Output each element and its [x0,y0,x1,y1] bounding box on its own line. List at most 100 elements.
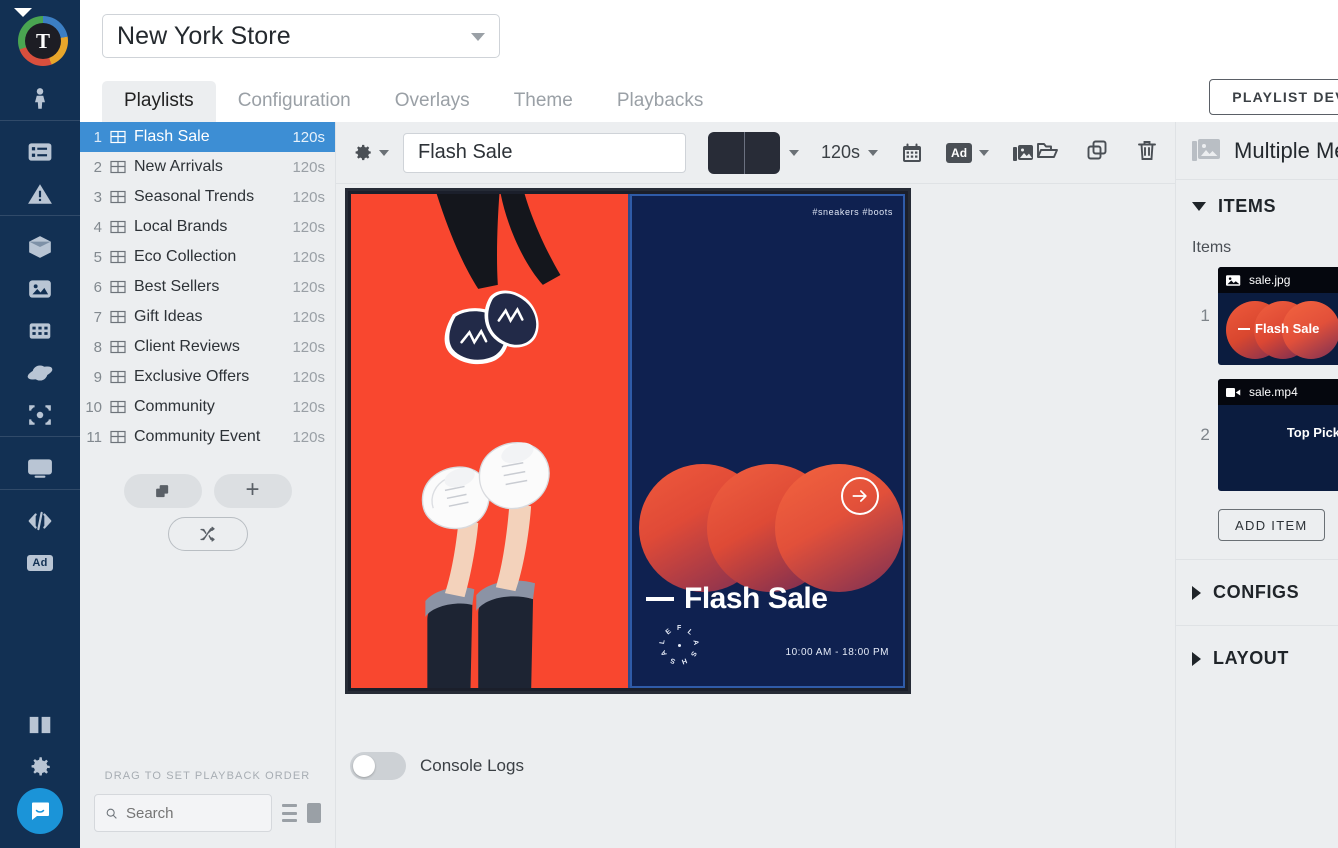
alert-triangle-icon [27,181,53,207]
grid-icon [110,249,126,265]
preview-title-text: Flash Sale [684,582,827,616]
ad-icon: Ad [27,555,52,571]
playlist-duration: 120s [292,339,325,356]
section-layout-header[interactable]: LAYOUT [1176,648,1338,669]
section-configs-header[interactable]: CONFIGS [1176,582,1338,603]
tab-configuration[interactable]: Configuration [216,81,373,122]
sidebar-item-media[interactable] [0,268,80,310]
duration-selector[interactable]: 120s [821,142,878,163]
item-filename: sale.mp4 [1249,385,1298,399]
chevron-right-icon [1192,652,1201,666]
search-input[interactable] [126,805,261,822]
list-view-icon[interactable] [282,804,297,822]
media-button[interactable] [1011,141,1035,165]
chevron-down-icon [979,150,989,156]
playlist-row[interactable]: 2New Arrivals120s [80,152,335,182]
circular-text-char: L [686,628,694,636]
tab-bar: Playlists Configuration Overlays Theme P… [80,72,1338,122]
search-box[interactable] [94,794,272,832]
playlist-row[interactable]: 10Community120s [80,392,335,422]
duplicate-playlist-button[interactable] [124,474,202,508]
playlist-devices-button[interactable]: PLAYLIST DEVICES [1209,79,1338,115]
item-thumbnail[interactable]: sale.mp4Top Picks [1218,379,1338,491]
top-header: New York Store Marketing Team [80,0,1338,72]
inspector-item-row[interactable]: 1sale.jpgFlash Sale [1176,267,1338,365]
shuffle-playlist-button[interactable] [168,517,248,551]
playlist-duration: 120s [292,429,325,446]
playlist-name: Exclusive Offers [134,368,292,386]
store-selector[interactable]: New York Store [102,14,500,58]
grid-icon [110,309,126,325]
playlist-name-input[interactable] [403,133,686,173]
playlist-row[interactable]: 1Flash Sale120s [80,122,335,152]
layout-selector[interactable] [708,132,799,174]
sidebar-item-code[interactable] [0,500,80,542]
playlist-name: Gift Ideas [134,308,292,326]
left-icon-rail: T [0,0,80,848]
sidebar-item-screens[interactable] [0,447,80,489]
open-folder-button[interactable] [1035,138,1059,167]
item-thumbnail[interactable]: sale.jpgFlash Sale [1218,267,1338,365]
body: 1Flash Sale120s2New Arrivals120s3Seasona… [80,122,1338,848]
tab-playbacks[interactable]: Playbacks [595,81,726,122]
playlist-settings-button[interactable] [352,142,389,163]
inspector-item-row[interactable]: 2sale.mp4Top Picks [1176,379,1338,491]
item-filename-bar: sale.mp4 [1218,379,1338,405]
section-configs-title: CONFIGS [1213,582,1299,603]
playlist-row[interactable]: 5Eco Collection120s [80,242,335,272]
sidebar-item-apps[interactable] [0,226,80,268]
grid-icon [110,189,126,205]
chevron-down-icon [868,150,878,156]
add-playlist-button[interactable]: + [214,474,292,508]
preview-arrow-button [841,477,879,515]
images-icon [1011,141,1035,165]
section-items-header[interactable]: ITEMS [1176,196,1338,217]
app-logo[interactable]: T [12,10,68,66]
sidebar-item-users[interactable] [0,78,80,120]
playlist-index: 8 [80,339,110,356]
playlist-name: Best Sellers [134,278,292,296]
playlist-row[interactable]: 3Seasonal Trends120s [80,182,335,212]
video-icon [1226,386,1241,399]
playlist-preview[interactable]: #sneakers #boots Flash Sale [345,188,911,694]
ad-selector[interactable]: Ad [946,143,989,163]
sidebar-item-capture[interactable] [0,394,80,436]
add-item-button[interactable]: ADD ITEM [1218,509,1325,541]
playlist-name: Eco Collection [134,248,292,266]
preview-stage: #sneakers #boots Flash Sale [336,184,1175,848]
section-items-title: ITEMS [1218,196,1276,217]
sidebar-item-ad[interactable]: Ad [0,542,80,584]
playlist-row[interactable]: 8 Client Reviews120s [80,332,335,362]
support-chat-button[interactable] [17,788,63,834]
tab-playlists[interactable]: Playlists [102,81,216,122]
logo-letter: T [25,23,61,59]
playlist-duration: 120s [292,129,325,146]
playlist-row[interactable]: 7Gift Ideas120s [80,302,335,332]
playlist-row[interactable]: 11Community Event120s [80,422,335,452]
playlist-row[interactable]: 9Exclusive Offers120s [80,362,335,392]
sidebar-item-alerts[interactable] [0,173,80,215]
sidebar-item-grid[interactable] [0,310,80,352]
grid-view-icon[interactable] [307,803,321,823]
playlist-list: 1Flash Sale120s2New Arrivals120s3Seasona… [80,122,335,452]
playlist-duration: 120s [292,309,325,326]
playlist-row[interactable]: 6Best Sellers120s [80,272,335,302]
duplicate-button[interactable] [1085,138,1109,167]
editor-toolbar: 120s Ad [336,122,1175,184]
console-logs-toggle[interactable] [350,752,406,780]
playlist-row[interactable]: 4Local Brands120s [80,212,335,242]
sidebar-item-settings[interactable] [0,746,80,788]
tab-overlays[interactable]: Overlays [373,81,492,122]
sidebar-item-web[interactable] [0,352,80,394]
sidebar-item-docs[interactable] [0,704,80,746]
delete-button[interactable] [1135,138,1159,167]
tab-theme[interactable]: Theme [492,81,595,122]
schedule-button[interactable] [900,141,924,165]
playlist-footer: DRAG TO SET PLAYBACK ORDER [80,770,335,848]
playlist-name: Client Reviews [134,338,292,356]
book-icon [27,712,53,738]
chevron-right-icon [1192,586,1201,600]
logo-caret-icon [14,8,32,17]
sidebar-item-playlists[interactable] [0,131,80,173]
folder-icon [1035,138,1059,162]
